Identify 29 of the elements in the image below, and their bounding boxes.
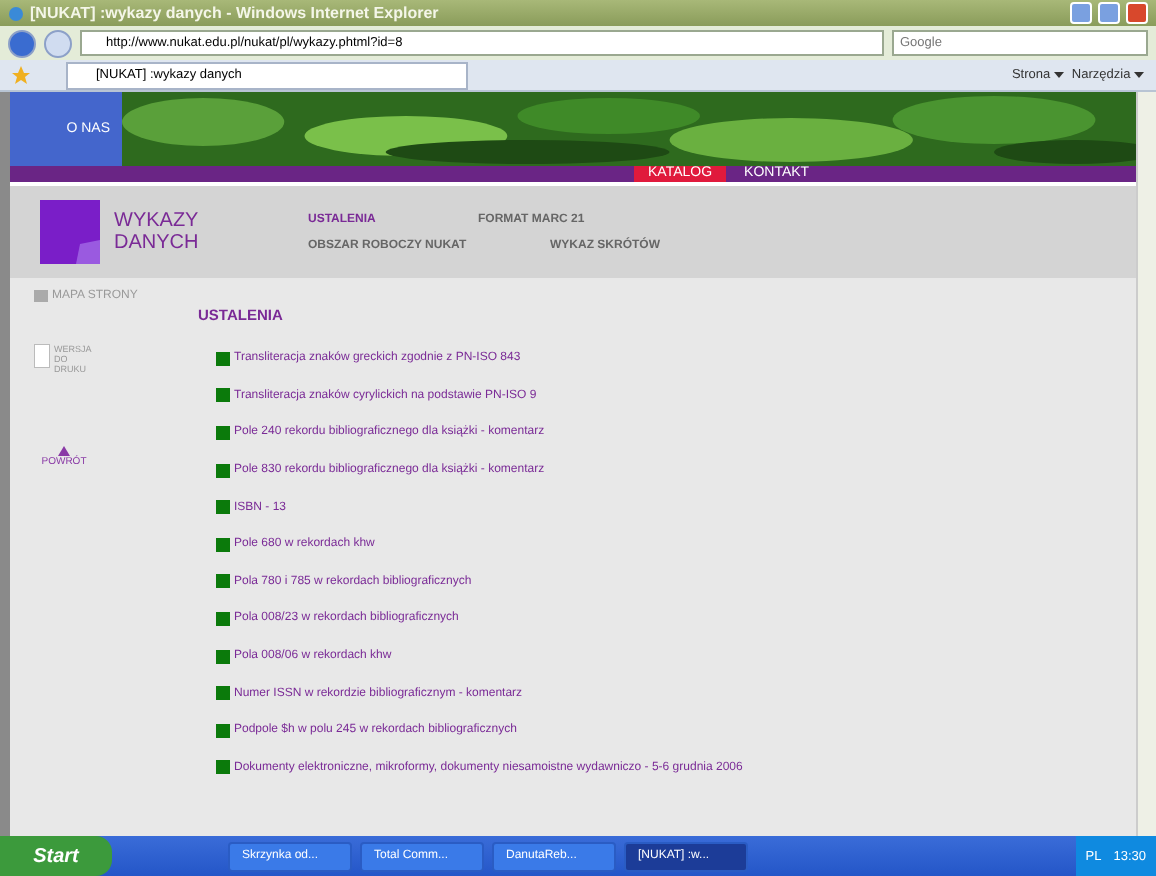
maximize-button[interactable]: [1098, 2, 1120, 24]
forward-button[interactable]: [44, 29, 72, 57]
favorites-star-icon[interactable]: [12, 66, 30, 84]
bullet-icon: [216, 463, 230, 478]
minimize-button[interactable]: [1070, 2, 1092, 24]
back-button[interactable]: [8, 29, 36, 57]
close-button[interactable]: [1126, 2, 1148, 24]
bullet-icon: [216, 425, 230, 440]
bullet-icon: [216, 537, 230, 552]
caret-icon: [1134, 72, 1144, 78]
bullet-icon: [216, 351, 230, 366]
caret-icon: [1053, 72, 1064, 78]
scrollbar[interactable]: [1136, 92, 1156, 836]
sitemap-icon: [34, 290, 48, 302]
logo-text: WYKAZY DANYCH: [114, 210, 201, 254]
bullet-icon: [216, 686, 230, 701]
bullet-icon: [216, 611, 230, 626]
bullet-icon: [216, 723, 230, 738]
bullet-icon: [216, 760, 230, 775]
bullet-icon: [216, 500, 230, 515]
start-button[interactable]: Start: [0, 836, 112, 876]
browser-icon: [8, 5, 24, 21]
bullet-icon: [216, 388, 230, 403]
bullet-icon: [216, 574, 230, 589]
bullet-icon: [216, 649, 230, 664]
logo-icon: [40, 200, 100, 264]
window-title: [NUKAT] :wykazy danych - Windows Internet Explorer: [30, 4, 441, 22]
up-arrow-icon: [58, 446, 70, 456]
page-icon: [34, 344, 50, 368]
